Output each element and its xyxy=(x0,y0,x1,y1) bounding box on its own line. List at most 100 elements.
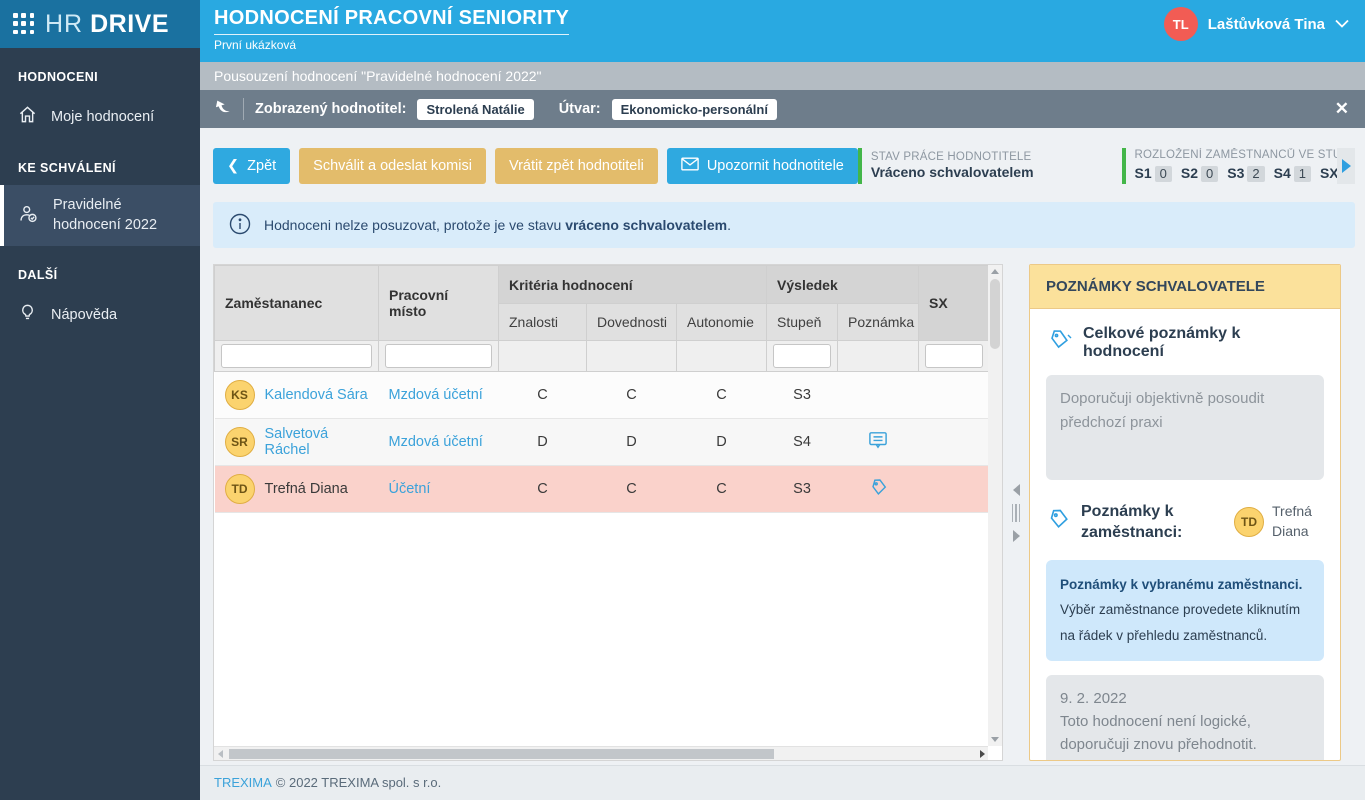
scroll-up-icon[interactable] xyxy=(991,269,999,274)
expand-panel-strip[interactable] xyxy=(1337,148,1355,184)
scroll-down-icon[interactable] xyxy=(991,737,999,742)
note-text: Toto hodnocení není logické, doporučuji … xyxy=(1060,710,1310,757)
unit-value-badge: Ekonomicko-personální xyxy=(612,99,777,120)
table-row-kalendova[interactable]: KSKalendová Sára Mzdová účetní C C C S3 xyxy=(215,372,990,419)
col-header-level[interactable]: Stupeň xyxy=(767,304,838,341)
employee-name-link[interactable]: Salvetová Ráchel xyxy=(265,426,369,458)
note-cell xyxy=(838,372,919,419)
table-row-trefna-selected[interactable]: TDTrefná Diana Účetní C C C S3 xyxy=(215,466,990,513)
logo-hr-text: HR xyxy=(45,10,83,39)
sidebar-item-label: Nápověda xyxy=(51,307,117,323)
col-header-sx[interactable]: SX xyxy=(919,266,990,341)
filter-level-input[interactable] xyxy=(773,344,831,368)
splitter-left-icon[interactable] xyxy=(1013,484,1020,496)
sx-cell xyxy=(919,466,990,513)
user-menu[interactable]: TL Laštůvková Tina xyxy=(1164,0,1349,48)
breadcrumb: Pousouzení hodnocení "Pravidelné hodnoce… xyxy=(200,62,1365,90)
level-s2: S20 xyxy=(1181,165,1218,183)
col-header-autonomy[interactable]: Autonomie xyxy=(677,304,767,341)
notes-panel-title: POZNÁMKY SCHVALOVATELE xyxy=(1030,265,1340,309)
copyright-text: © 2022 TREXIMA spol. s r.o. xyxy=(276,775,441,790)
scroll-right-icon[interactable] xyxy=(980,750,985,758)
return-to-evaluator-button[interactable]: Vrátit zpět hodnotiteli xyxy=(495,148,658,184)
page-title: HODNOCENÍ PRACOVNÍ SENIORITY xyxy=(214,7,569,35)
note-cell xyxy=(838,419,919,466)
chevron-down-icon[interactable] xyxy=(1335,15,1349,33)
splitter-grip[interactable] xyxy=(1012,504,1021,522)
tag-icon xyxy=(1046,508,1070,537)
skills-grade: C xyxy=(587,372,677,419)
back-button[interactable]: ❮ Zpět xyxy=(213,148,290,184)
panel-splitter[interactable] xyxy=(1003,264,1029,761)
unit-label: Útvar: xyxy=(559,101,601,117)
user-avatar[interactable]: TL xyxy=(1164,7,1198,41)
table-vertical-scrollbar[interactable] xyxy=(988,265,1002,746)
employee-name-link[interactable]: Kalendová Sára xyxy=(265,387,368,403)
sidebar-section-ke-schvaleni: KE SCHVÁLENÍ xyxy=(0,139,200,185)
notify-evaluator-button[interactable]: Upozornit hodnotitele xyxy=(667,148,858,184)
level-s3: S32 xyxy=(1227,165,1264,183)
col-header-employee[interactable]: Zaměstananec xyxy=(215,266,379,341)
knowledge-grade: C xyxy=(499,466,587,513)
back-up-arrow-icon[interactable] xyxy=(212,97,232,122)
level-value: S3 xyxy=(767,466,838,513)
splitter-right-icon[interactable] xyxy=(1013,530,1020,542)
employee-notes-row: Poznámky k zaměstnanci: TD Trefná Diana xyxy=(1046,502,1324,544)
comment-icon[interactable] xyxy=(868,437,888,453)
vscroll-thumb[interactable] xyxy=(990,279,1000,349)
overall-notes-heading: Celkové poznámky k hodnocení xyxy=(1046,325,1324,361)
home-icon xyxy=(18,105,37,128)
info-alert: Hodnoceni nelze posuzovat, protože je ve… xyxy=(213,202,1355,248)
viewer-label: Zobrazený hodnotitel: xyxy=(255,101,406,117)
job-link[interactable]: Mzdová účetní xyxy=(389,387,483,403)
filter-employee-input[interactable] xyxy=(221,344,372,368)
info-icon xyxy=(229,213,251,238)
level-value: S3 xyxy=(767,372,838,419)
distribution-block: ROZLOŽENÍ ZAMĚSTNANCŮ VE STUPNÍCH S1-S4 … xyxy=(1122,148,1337,184)
person-check-icon xyxy=(18,203,39,228)
level-s1-count: 0 xyxy=(1155,166,1172,182)
level-sx: SX0 xyxy=(1320,165,1337,183)
group-header-result: Výsledek xyxy=(767,266,919,304)
close-icon[interactable]: ✕ xyxy=(1335,99,1349,119)
context-bar: Zobrazený hodnotitel: Strolená Natálie Ú… xyxy=(200,90,1365,128)
app-launcher-grid-icon[interactable] xyxy=(13,13,35,35)
level-s1: S10 xyxy=(1135,165,1172,183)
knowledge-grade: D xyxy=(499,419,587,466)
filter-sx-input[interactable] xyxy=(925,344,983,368)
table-horizontal-scrollbar[interactable] xyxy=(214,746,988,760)
approve-send-button[interactable]: Schválit a odeslat komisi xyxy=(299,148,486,184)
notes-panel-body: Celkové poznámky k hodnocení Doporučuji … xyxy=(1030,309,1340,760)
scroll-left-icon[interactable] xyxy=(218,750,223,758)
employee-name[interactable]: Trefná Diana xyxy=(265,481,348,497)
group-header-criteria: Kritéria hodnocení xyxy=(499,266,767,304)
employee-notes-hint: Poznámky k vybranému zaměstnanci. Výběr … xyxy=(1046,560,1324,661)
filter-job-input[interactable] xyxy=(385,344,492,368)
tag-icon[interactable] xyxy=(869,484,887,500)
autonomy-grade: D xyxy=(677,419,767,466)
autonomy-grade: C xyxy=(677,372,767,419)
col-header-skills[interactable]: Dovednosti xyxy=(587,304,677,341)
col-header-note[interactable]: Poznámka xyxy=(838,304,919,341)
body-row: Zaměstananec Pracovní místo Kritéria hod… xyxy=(213,264,1355,761)
sidebar-item-napoveda[interactable]: Nápověda xyxy=(0,292,200,337)
hscroll-thumb[interactable] xyxy=(229,749,774,759)
col-header-knowledge[interactable]: Znalosti xyxy=(499,304,587,341)
job-link[interactable]: Účetní xyxy=(389,481,431,497)
footer: TREXIMA © 2022 TREXIMA spol. s r.o. xyxy=(200,765,1365,800)
sidebar-item-pravidelne-hodnoceni[interactable]: Pravidelné hodnocení 2022 xyxy=(0,185,200,246)
table-row-salvetova[interactable]: SRSalvetová Ráchel Mzdová účetní D D D S… xyxy=(215,419,990,466)
divider xyxy=(243,98,244,120)
col-header-job[interactable]: Pracovní místo xyxy=(379,266,499,341)
trexima-link[interactable]: TREXIMA xyxy=(214,775,272,790)
app-logo[interactable]: HR DRIVE xyxy=(0,0,200,48)
sidebar-item-moje-hodnoceni[interactable]: Moje hodnocení xyxy=(0,94,200,139)
sidebar-section-dalsi: DALŠÍ xyxy=(0,246,200,292)
note-date: 9. 2. 2022 xyxy=(1060,687,1310,710)
lightbulb-icon xyxy=(18,303,37,326)
sx-cell xyxy=(919,372,990,419)
job-link[interactable]: Mzdová účetní xyxy=(389,434,483,450)
level-value: S4 xyxy=(767,419,838,466)
employee-table: Zaměstananec Pracovní místo Kritéria hod… xyxy=(213,264,1003,761)
sidebar-item-label: Moje hodnocení xyxy=(51,109,154,125)
